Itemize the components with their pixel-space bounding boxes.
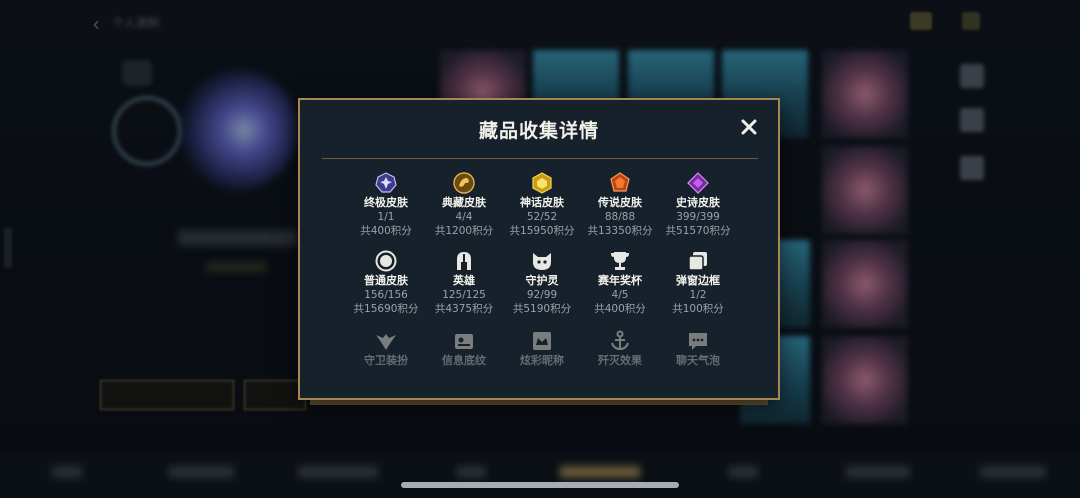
- dialog-title: 藏品收集详情: [478, 120, 599, 142]
- normal-skin-icon: [375, 250, 397, 272]
- collection-item[interactable]: 史诗皮肤 399/399 共51570积分: [659, 172, 737, 238]
- modal-shadow-edge: [310, 400, 768, 405]
- epic-skin-icon: [687, 172, 709, 194]
- legendary-skin-icon: [610, 172, 630, 192]
- champion-helmet-icon: [457, 252, 471, 270]
- annihilation-effect-icon: [611, 330, 629, 351]
- trophy-icon: [611, 252, 629, 270]
- collection-item[interactable]: 守护灵 92/99 共5190积分: [503, 250, 581, 316]
- collection-item[interactable]: 终极皮肤 1/1 共400积分: [347, 172, 425, 238]
- home-indicator[interactable]: [401, 482, 679, 488]
- collector-skin-icon: [453, 172, 475, 194]
- mythic-skin-icon: [532, 172, 552, 194]
- collection-item[interactable]: 普通皮肤 156/156 共15690积分: [347, 250, 425, 316]
- collection-item[interactable]: 信息底纹: [425, 330, 503, 368]
- collection-item[interactable]: 传说皮肤 88/88 共13350积分: [581, 172, 659, 238]
- title-divider: [322, 158, 758, 159]
- guardian-outfit-icon: [376, 334, 396, 350]
- colorful-title-icon: [533, 332, 551, 350]
- collection-item[interactable]: 弹窗边框 1/2 共100积分: [659, 250, 737, 316]
- chat-bubble-icon: [689, 333, 707, 350]
- screen: ‹ 个人资料 藏品收集详情 终极皮肤 1/1 共400积分 典藏皮肤 4/4 共…: [0, 0, 1080, 498]
- collection-item[interactable]: 典藏皮肤 4/4 共1200积分: [425, 172, 503, 238]
- collection-item[interactable]: 神话皮肤 52/52 共15950积分: [503, 172, 581, 238]
- collection-item[interactable]: 歼灭效果: [581, 330, 659, 368]
- popup-frame-icon: [688, 252, 707, 271]
- collection-details-dialog: 藏品收集详情 终极皮肤 1/1 共400积分 典藏皮肤 4/4 共1200积分 …: [298, 98, 780, 400]
- collection-item[interactable]: 守卫装扮: [347, 330, 425, 368]
- ultimate-skin-icon: [375, 172, 397, 193]
- collection-item[interactable]: 赛年奖杯 4/5 共400积分: [581, 250, 659, 316]
- collection-item[interactable]: 英雄 125/125 共4375积分: [425, 250, 503, 316]
- close-button[interactable]: [738, 116, 760, 138]
- collection-item[interactable]: 聊天气泡: [659, 330, 737, 368]
- close-icon: [741, 119, 757, 135]
- info-pattern-icon: [455, 334, 473, 349]
- guardian-pet-icon: [533, 253, 551, 270]
- collection-item[interactable]: 炫彩昵称: [503, 330, 581, 368]
